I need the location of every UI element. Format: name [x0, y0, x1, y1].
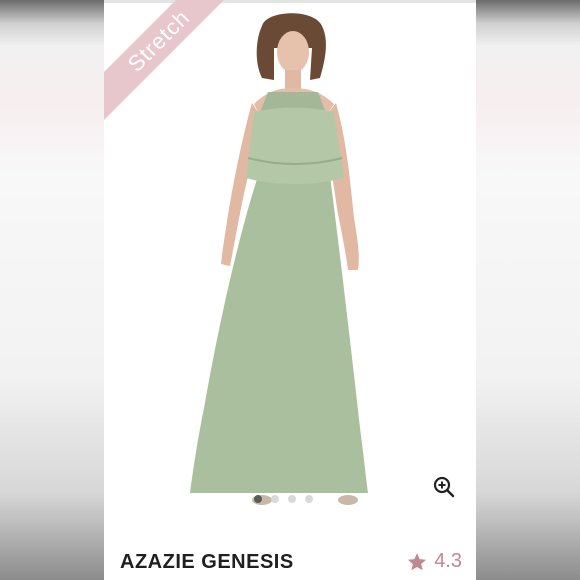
- left-blurred-background: [0, 0, 104, 580]
- model-right-shoe: [338, 495, 358, 505]
- zoom-in-icon: [433, 476, 455, 498]
- rating-value: 4.3: [434, 550, 462, 572]
- carousel-dot-2[interactable]: [271, 495, 279, 503]
- product-title[interactable]: AZAZIE GENESIS: [120, 551, 294, 574]
- product-photo[interactable]: [174, 8, 404, 513]
- zoom-button[interactable]: [432, 475, 456, 499]
- dress-ruffle: [246, 107, 344, 184]
- product-rating: 4.3: [406, 550, 462, 573]
- right-blurred-background: [476, 0, 580, 580]
- model-face: [277, 31, 309, 73]
- carousel-dot-4[interactable]: [305, 495, 313, 503]
- model-neck: [285, 70, 301, 90]
- product-card[interactable]: Stretch AZAZIE GENESIS 4.3: [104, 0, 476, 580]
- carousel-dot-3[interactable]: [288, 495, 296, 503]
- carousel-dot-1[interactable]: [254, 495, 262, 503]
- carousel-dots: [254, 495, 313, 503]
- card-top-border: [104, 0, 476, 3]
- star-icon: [408, 552, 427, 570]
